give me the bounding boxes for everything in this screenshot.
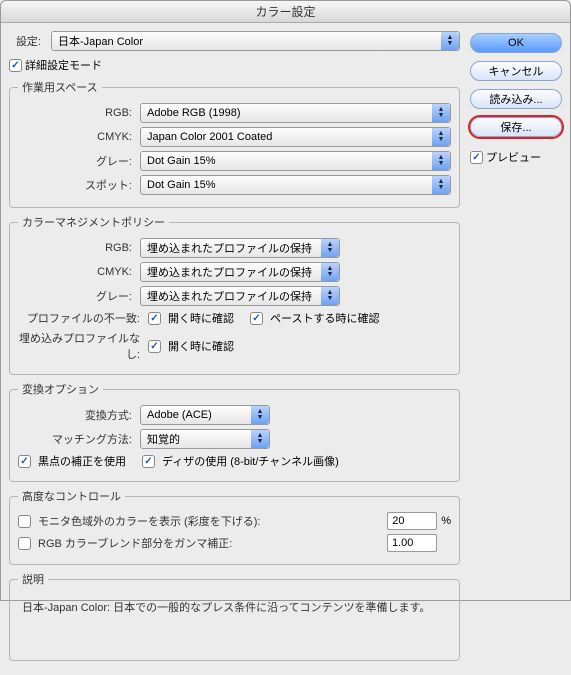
ok-button[interactable]: OK bbox=[470, 33, 562, 53]
advctrl-legend: 高度なコントロール bbox=[18, 488, 125, 504]
advanced-controls-group: 高度なコントロール モニタ色域外のカラーを表示 (彩度を下げる): % RGB … bbox=[9, 488, 460, 565]
policy-group: カラーマネジメントポリシー RGB: 埋め込まれたプロファイルの保持▲▼ CMYK… bbox=[9, 214, 460, 375]
policy-legend: カラーマネジメントポリシー bbox=[18, 214, 169, 230]
load-button[interactable]: 読み込み... bbox=[470, 89, 562, 109]
blackpoint-checkbox[interactable] bbox=[18, 455, 31, 468]
advanced-mode-checkbox[interactable] bbox=[9, 59, 22, 72]
updown-icon: ▲▼ bbox=[321, 263, 339, 281]
desat-label: モニタ色域外のカラーを表示 (彩度を下げる): bbox=[38, 513, 383, 529]
ws-gray-label: グレー: bbox=[18, 153, 136, 169]
desat-checkbox[interactable] bbox=[18, 515, 31, 528]
preview-checkbox[interactable] bbox=[470, 151, 483, 164]
missing-open-label: 開く時に確認 bbox=[168, 338, 234, 354]
description-group: 説明 日本-Japan Color: 日本での一般的なプレス条件に沿ってコンテン… bbox=[9, 571, 460, 661]
ws-spot-label: スポット: bbox=[18, 177, 136, 193]
blackpoint-label: 黒点の補正を使用 bbox=[38, 453, 126, 469]
color-settings-window: カラー設定 設定: 日本-Japan Color ▲▼ 詳細設定モード 作業用ス… bbox=[0, 0, 571, 601]
cancel-button[interactable]: キャンセル bbox=[470, 61, 562, 81]
pol-cmyk-label: CMYK: bbox=[18, 266, 136, 278]
ws-rgb-label: RGB: bbox=[18, 107, 136, 119]
advanced-mode-label: 詳細設定モード bbox=[25, 57, 102, 73]
workspace-legend: 作業用スペース bbox=[18, 79, 102, 95]
ws-rgb-select[interactable]: Adobe RGB (1998)▲▼ bbox=[140, 103, 451, 123]
mismatch-paste-checkbox[interactable] bbox=[250, 312, 263, 325]
conv-intent-select[interactable]: 知覚的▲▼ bbox=[140, 429, 270, 449]
save-button[interactable]: 保存... bbox=[470, 117, 562, 137]
desat-input[interactable] bbox=[387, 512, 437, 530]
mismatch-paste-label: ペーストする時に確認 bbox=[270, 310, 379, 326]
settings-label: 設定: bbox=[9, 33, 45, 49]
missing-open-checkbox[interactable] bbox=[148, 340, 161, 353]
dither-checkbox[interactable] bbox=[142, 455, 155, 468]
ws-cmyk-select[interactable]: Japan Color 2001 Coated▲▼ bbox=[140, 127, 451, 147]
ws-gray-select[interactable]: Dot Gain 15%▲▼ bbox=[140, 151, 451, 171]
blend-label: RGB カラーブレンド部分をガンマ補正: bbox=[38, 535, 383, 551]
updown-icon: ▲▼ bbox=[432, 104, 450, 122]
pol-rgb-label: RGB: bbox=[18, 242, 136, 254]
preview-label: プレビュー bbox=[486, 149, 541, 165]
conv-engine-label: 変換方式: bbox=[18, 407, 136, 423]
updown-icon: ▲▼ bbox=[251, 430, 269, 448]
description-text: 日本-Japan Color: 日本での一般的なプレス条件に沿ってコンテンツを準… bbox=[18, 595, 451, 619]
updown-icon: ▲▼ bbox=[441, 32, 459, 50]
mismatch-open-label: 開く時に確認 bbox=[168, 310, 234, 326]
updown-icon: ▲▼ bbox=[251, 406, 269, 424]
pol-missing-label: 埋め込みプロファイルなし: bbox=[18, 330, 144, 362]
pol-gray-select[interactable]: 埋め込まれたプロファイルの保持▲▼ bbox=[140, 286, 340, 306]
updown-icon: ▲▼ bbox=[321, 287, 339, 305]
pol-cmyk-select[interactable]: 埋め込まれたプロファイルの保持▲▼ bbox=[140, 262, 340, 282]
ws-spot-select[interactable]: Dot Gain 15%▲▼ bbox=[140, 175, 451, 195]
updown-icon: ▲▼ bbox=[321, 239, 339, 257]
convert-group: 変換オプション 変換方式:Adobe (ACE)▲▼ マッチング方法:知覚的▲▼… bbox=[9, 381, 460, 482]
settings-value: 日本-Japan Color bbox=[58, 33, 143, 49]
window-title: カラー設定 bbox=[1, 1, 570, 23]
convert-legend: 変換オプション bbox=[18, 381, 103, 397]
dither-label: ディザの使用 (8-bit/チャンネル画像) bbox=[162, 453, 339, 469]
workspace-group: 作業用スペース RGB: Adobe RGB (1998)▲▼ CMYK: Japa… bbox=[9, 79, 460, 208]
conv-intent-label: マッチング方法: bbox=[18, 431, 136, 447]
pol-rgb-select[interactable]: 埋め込まれたプロファイルの保持▲▼ bbox=[140, 238, 340, 258]
settings-select[interactable]: 日本-Japan Color ▲▼ bbox=[51, 31, 460, 51]
conv-engine-select[interactable]: Adobe (ACE)▲▼ bbox=[140, 405, 270, 425]
desat-unit: % bbox=[441, 515, 451, 527]
updown-icon: ▲▼ bbox=[432, 176, 450, 194]
mismatch-open-checkbox[interactable] bbox=[148, 312, 161, 325]
pol-mismatch-label: プロファイルの不一致: bbox=[18, 310, 144, 326]
pol-gray-label: グレー: bbox=[18, 288, 136, 304]
updown-icon: ▲▼ bbox=[432, 152, 450, 170]
blend-input[interactable] bbox=[387, 534, 437, 552]
updown-icon: ▲▼ bbox=[432, 128, 450, 146]
ws-cmyk-label: CMYK: bbox=[18, 131, 136, 143]
blend-checkbox[interactable] bbox=[18, 537, 31, 550]
description-legend: 説明 bbox=[18, 571, 48, 587]
